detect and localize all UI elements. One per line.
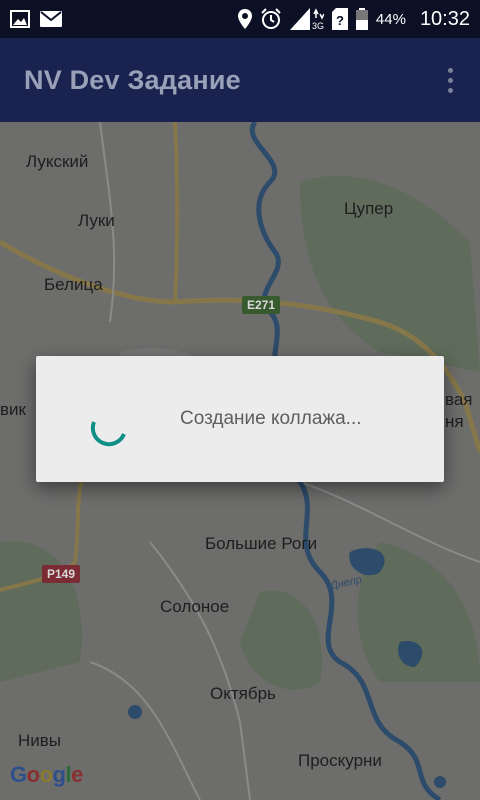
- alarm-icon: [260, 8, 282, 30]
- map-place: Белица: [44, 275, 103, 294]
- clock: 10:32: [419, 7, 470, 30]
- map-place: Нивы: [18, 731, 62, 750]
- more-vert-icon[interactable]: [438, 60, 462, 100]
- signal-icon: 3G: [289, 8, 324, 30]
- map-place: Солоное: [160, 597, 230, 616]
- map-place: Лукский: [26, 152, 89, 171]
- map-place: Цупер: [344, 199, 394, 218]
- app-bar: NV Dev Задание: [0, 38, 480, 122]
- location-icon: [237, 9, 252, 29]
- map-place: вая: [445, 390, 473, 409]
- map-place: вик: [0, 400, 26, 419]
- network-label: 3G: [312, 21, 324, 30]
- map-place: ня: [445, 412, 464, 431]
- map-place: Октябрь: [210, 684, 276, 703]
- image-icon: [10, 10, 30, 28]
- app-title: NV Dev Задание: [24, 64, 241, 95]
- battery-icon: [355, 8, 368, 30]
- mail-icon: [40, 11, 62, 27]
- google-logo: Google: [10, 762, 83, 787]
- status-left: [10, 10, 62, 28]
- status-right: 3G ? 44% 10:32: [237, 7, 470, 31]
- road-shield: P149: [42, 565, 81, 583]
- dialog-message: Создание коллажа...: [180, 408, 362, 429]
- svg-text:?: ?: [336, 13, 344, 28]
- road-shield: E271: [242, 296, 281, 314]
- progress-dialog: Создание коллажа...: [36, 356, 444, 482]
- battery-percent: 44%: [375, 10, 406, 28]
- map-place: Большие Роги: [205, 534, 318, 553]
- map-place: Луки: [78, 211, 115, 230]
- status-bar: 3G ? 44% 10:32: [0, 0, 480, 38]
- map-place: Проскурни: [298, 751, 382, 770]
- unknown-sim-icon: ?: [331, 8, 348, 30]
